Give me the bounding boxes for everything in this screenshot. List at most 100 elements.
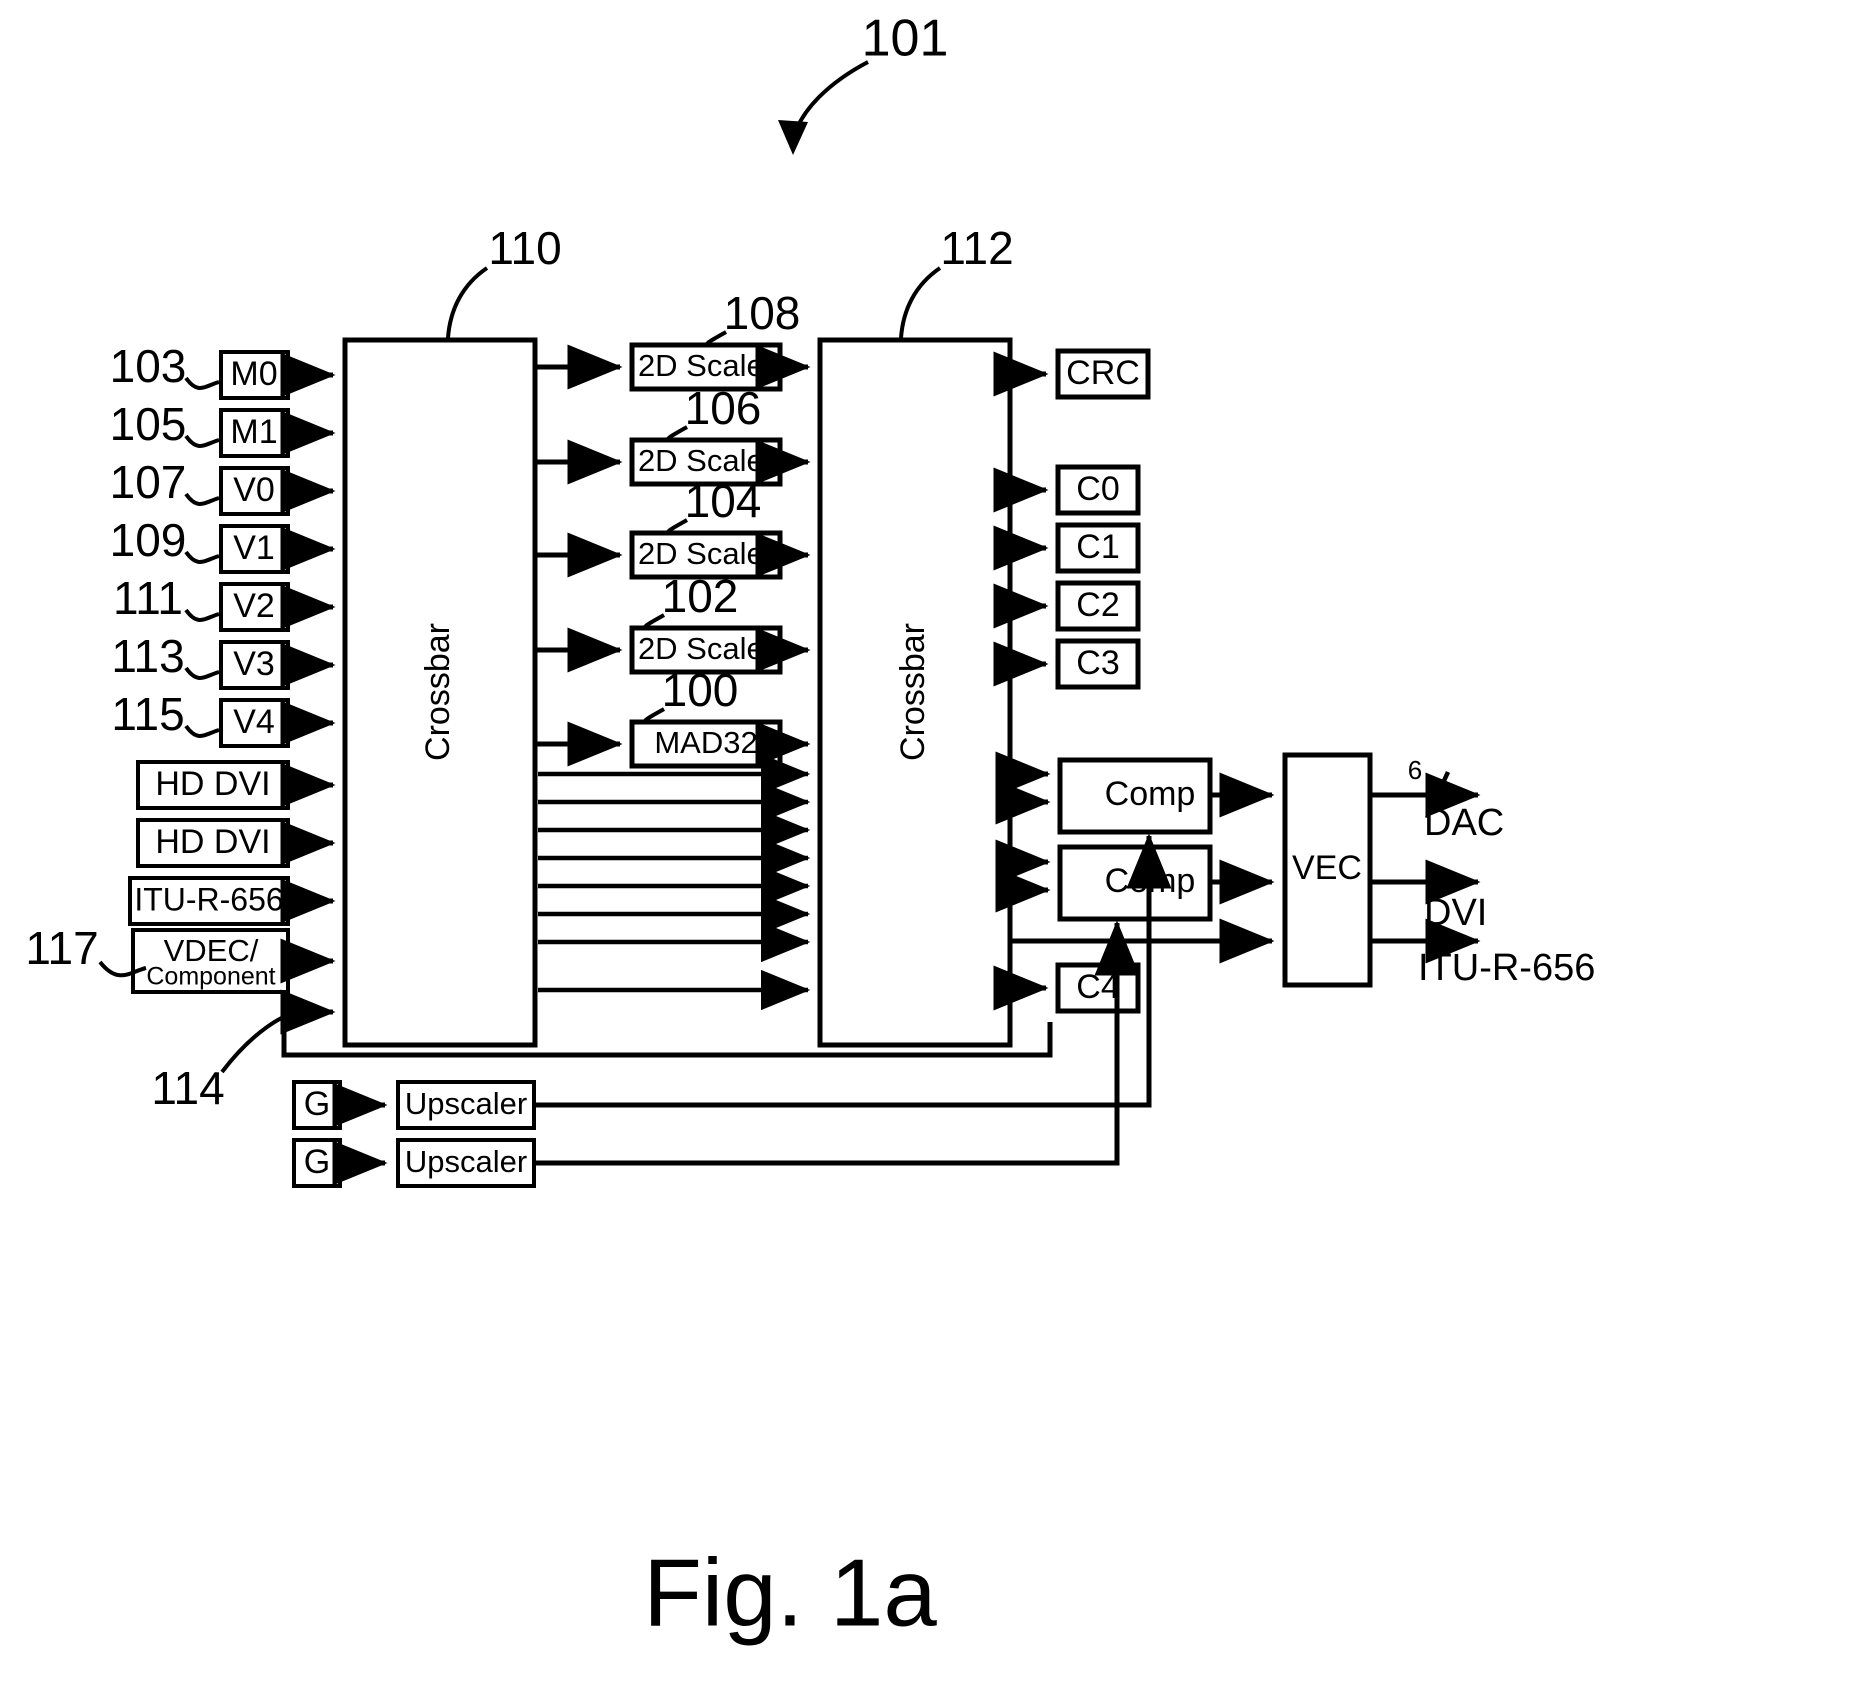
terminal-dvi-label: DVI bbox=[1424, 892, 1487, 934]
input-box-m0[interactable]: M0 bbox=[219, 350, 336, 400]
figure-caption: Fig. 1a bbox=[643, 1539, 937, 1646]
input-box-itu-r-656[interactable]: ITU-R-656 bbox=[128, 876, 336, 926]
input-ref-103-label: 103 bbox=[110, 340, 187, 392]
graphics-upscaler-1-label: Upscaler bbox=[405, 1086, 527, 1121]
crossbar-right-ref: 112 bbox=[899, 222, 1014, 339]
crossbar-left[interactable]: Crossbar bbox=[342, 337, 538, 1048]
input-box-v4[interactable]: V4 bbox=[219, 698, 336, 748]
feedback-wire-114 bbox=[280, 989, 1053, 1058]
input-ref-107-label: 107 bbox=[110, 456, 187, 508]
input-box-m0-label: M0 bbox=[230, 355, 277, 393]
crossbar-left-ref-label: 110 bbox=[488, 222, 561, 274]
input-ref-107-leader bbox=[184, 492, 220, 506]
input-box-m1[interactable]: M1 bbox=[219, 408, 336, 458]
feedback-ref-114-label: 114 bbox=[151, 1062, 224, 1114]
processing-block-mad32-100[interactable]: MAD32 bbox=[629, 719, 783, 769]
input-ref-117-leader bbox=[98, 960, 147, 978]
feedback-path-114: 114 bbox=[151, 989, 1053, 1114]
input-ref-109-label: 109 bbox=[110, 514, 187, 566]
input-box-v1[interactable]: V1 bbox=[219, 524, 336, 574]
input-box-hd-dvi-1-label: HD DVI bbox=[155, 765, 270, 803]
output-box-crc-label: CRC bbox=[1066, 354, 1140, 392]
output-box-c3-label: C3 bbox=[1076, 644, 1119, 682]
block-2d-scaler-104-label: 2D Scaler bbox=[638, 536, 774, 571]
output-box-c0[interactable]: C0 bbox=[993, 464, 1141, 516]
output-box-c3[interactable]: C3 bbox=[993, 638, 1141, 690]
block-diagram-canvas: 101 Crossbar 110 Crossbar 112 M0 103 M1 … bbox=[25, 10, 1595, 1647]
input-box-v2[interactable]: V2 bbox=[219, 582, 336, 632]
output-box-c1-label: C1 bbox=[1076, 528, 1119, 566]
output-block-comp-1[interactable]: Comp bbox=[995, 751, 1213, 835]
input-ref-105-leader bbox=[184, 434, 220, 448]
output-box-c4[interactable]: C4 bbox=[1055, 962, 1141, 1014]
input-ref-109: 109 bbox=[110, 514, 220, 566]
input-box-v2-label: V2 bbox=[233, 587, 275, 625]
block-mad32-100-label: MAD32 bbox=[654, 725, 757, 760]
input-box-v0[interactable]: V0 bbox=[219, 466, 336, 516]
input-box-hd-dvi-2[interactable]: HD DVI bbox=[136, 818, 336, 868]
block-2d-scaler-106-label: 2D Scaler bbox=[638, 443, 774, 478]
terminal-dac: 6 DAC bbox=[1370, 755, 1504, 844]
input-ref-107: 107 bbox=[110, 456, 220, 508]
terminal-itu-r-656-label: ITU-R-656 bbox=[1418, 947, 1595, 989]
figure-ref-101-arrowhead bbox=[778, 120, 808, 155]
output-box-c1[interactable]: C1 bbox=[993, 522, 1141, 574]
input-ref-105: 105 bbox=[110, 398, 220, 450]
crossbar-right[interactable]: Crossbar bbox=[817, 337, 1013, 1048]
crossbar-right-ref-leader bbox=[899, 266, 942, 339]
input-ref-111: 111 bbox=[113, 572, 220, 624]
input-box-v3[interactable]: V3 bbox=[219, 640, 336, 690]
output-block-vec-label: VEC bbox=[1292, 849, 1362, 887]
terminal-dvi: DVI bbox=[1370, 859, 1487, 934]
processing-ref-106-label: 106 bbox=[685, 382, 762, 434]
crossbar-left-ref: 110 bbox=[446, 222, 562, 339]
terminal-dac-label: DAC bbox=[1424, 802, 1504, 844]
input-box-v0-label: V0 bbox=[233, 471, 275, 509]
output-block-comp-2[interactable]: Comp bbox=[995, 839, 1213, 922]
graphics-upscaler-2-label: Upscaler bbox=[405, 1144, 527, 1179]
block-2d-scaler-102-label: 2D Scaler bbox=[638, 631, 774, 666]
input-ref-113-leader bbox=[184, 666, 220, 680]
input-box-v3-label: V3 bbox=[233, 645, 275, 683]
input-ref-103: 103 bbox=[110, 340, 220, 392]
input-box-vdec-component[interactable]: VDEC/ Component bbox=[131, 928, 336, 994]
input-box-itu-r-656-label: ITU-R-656 bbox=[134, 881, 283, 917]
processing-ref-102-label: 102 bbox=[662, 570, 739, 622]
patent-figure-page: 101 Crossbar 110 Crossbar 112 M0 103 M1 … bbox=[0, 0, 1868, 1700]
output-block-comp-1-label: Comp bbox=[1105, 775, 1196, 813]
output-box-c2-label: C2 bbox=[1076, 586, 1119, 624]
input-ref-115-leader bbox=[184, 724, 220, 738]
input-ref-105-label: 105 bbox=[110, 398, 187, 450]
terminal-itu-r-656: ITU-R-656 bbox=[1370, 918, 1595, 989]
input-ref-117: 117 bbox=[25, 922, 147, 978]
block-2d-scaler-108-label: 2D Scaler bbox=[638, 348, 774, 383]
input-box-v4-label: V4 bbox=[233, 703, 275, 741]
input-box-vdec-line2: Component bbox=[146, 963, 275, 991]
figure-ref-101: 101 bbox=[778, 10, 948, 155]
input-ref-109-leader bbox=[184, 550, 220, 564]
processing-ref-100-label: 100 bbox=[662, 664, 739, 716]
input-ref-117-label: 117 bbox=[25, 922, 98, 974]
input-ref-111-label: 111 bbox=[113, 572, 183, 624]
feedback-ref-114-leader bbox=[220, 1009, 306, 1074]
input-ref-103-leader bbox=[184, 376, 220, 390]
output-box-c4-label: C4 bbox=[1076, 968, 1119, 1006]
input-ref-111-leader bbox=[184, 608, 220, 622]
output-block-vec[interactable]: VEC bbox=[1282, 752, 1373, 988]
input-box-v1-label: V1 bbox=[233, 529, 275, 567]
graphics-row-1[interactable]: G Upscaler bbox=[292, 833, 1172, 1130]
input-box-hd-dvi-2-label: HD DVI bbox=[155, 823, 270, 861]
crossbar-right-ref-label: 112 bbox=[940, 222, 1013, 274]
input-ref-113: 113 bbox=[111, 630, 220, 682]
crossbar-left-label: Crossbar bbox=[419, 623, 457, 761]
output-box-c2[interactable]: C2 bbox=[993, 580, 1141, 632]
input-ref-115-label: 115 bbox=[111, 688, 184, 740]
input-ref-115: 115 bbox=[111, 688, 220, 740]
output-box-c0-label: C0 bbox=[1076, 470, 1119, 508]
input-box-hd-dvi-1[interactable]: HD DVI bbox=[136, 760, 336, 810]
input-box-m1-label: M1 bbox=[230, 413, 277, 451]
figure-ref-101-label: 101 bbox=[862, 10, 949, 68]
output-box-crc[interactable]: CRC bbox=[993, 348, 1151, 400]
processing-ref-108: 108 bbox=[705, 287, 800, 346]
crossbar-passthrough-bus bbox=[538, 753, 811, 1011]
